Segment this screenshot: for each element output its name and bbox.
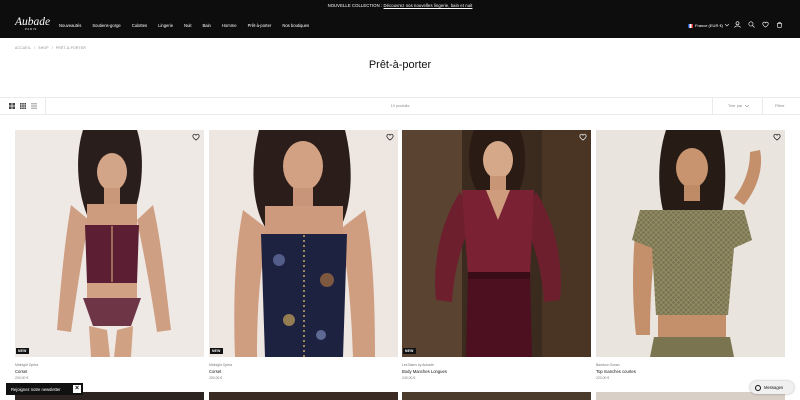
- collection-toolbar: 10 produits Trier par Filtrer: [0, 97, 800, 115]
- product-price: 220,00 €: [596, 376, 610, 380]
- wishlist-icon[interactable]: [773, 133, 781, 141]
- search-icon[interactable]: [748, 21, 755, 28]
- breadcrumb-separator: /: [34, 46, 36, 50]
- product-image-row2[interactable]: [209, 392, 398, 400]
- product-image[interactable]: NEW: [15, 130, 204, 357]
- product-image-row2[interactable]: [402, 392, 591, 400]
- filter-button[interactable]: Filtrer: [775, 104, 785, 108]
- product-info: Les Bains by Aubade Body Manches Longues…: [402, 357, 591, 380]
- product-card[interactable]: NEW Midnight Opéra Corset 200,00 €: [209, 130, 398, 380]
- brand-logo[interactable]: Aubade: [15, 16, 50, 28]
- chevron-down-icon: [725, 24, 730, 27]
- cart-icon[interactable]: [776, 21, 783, 28]
- breadcrumb-shop[interactable]: SHOP: [38, 46, 48, 50]
- nav-item-boutiques[interactable]: Nos boutiques: [282, 23, 309, 28]
- header-icons: [734, 21, 783, 28]
- site-header: NOUVELLE COLLECTION : Découvrez nos nouv…: [0, 0, 800, 38]
- page-title: Prêt-à-porter: [368, 59, 432, 71]
- locale-selector[interactable]: France (EUR €): [688, 23, 730, 28]
- product-collection: Midnight Opéra: [15, 363, 39, 367]
- breadcrumb-current: PRÊT-À-PORTER: [55, 46, 86, 50]
- product-image[interactable]: [596, 130, 785, 357]
- product-collection: Bamboo Ocean: [596, 363, 620, 367]
- new-badge: NEW: [210, 347, 223, 354]
- france-flag-icon: [688, 23, 693, 28]
- brand-tagline: PARIS: [25, 28, 38, 31]
- announcement-text: NOUVELLE COLLECTION :: [327, 3, 384, 8]
- nav-item-pret-a-porter[interactable]: Prêt-à-porter: [248, 23, 272, 28]
- newsletter-label: Rejoignez notre newsletter: [11, 386, 61, 392]
- account-icon[interactable]: [734, 21, 741, 28]
- product-info: Midnight Opéra Corset 200,00 €: [15, 357, 204, 380]
- chat-button[interactable]: Messages: [750, 381, 794, 394]
- product-photo-body-long-sleeves: [402, 130, 591, 357]
- wishlist-icon[interactable]: [192, 133, 200, 141]
- product-price: 200,00 €: [15, 376, 29, 380]
- nav-item-lingerie[interactable]: Lingerie: [158, 23, 173, 28]
- chevron-down-icon: [745, 104, 750, 107]
- nav-item-homme[interactable]: Homme: [222, 23, 237, 28]
- newsletter-banner[interactable]: Rejoignez notre newsletter ×: [6, 383, 83, 395]
- wishlist-icon[interactable]: [386, 133, 394, 141]
- new-badge: NEW: [16, 347, 29, 354]
- product-name[interactable]: Body Manches Longues: [402, 369, 591, 374]
- product-price: 240,00 €: [402, 376, 416, 380]
- wishlist-icon[interactable]: [762, 21, 769, 28]
- product-name[interactable]: Corset: [209, 369, 398, 374]
- product-card[interactable]: NEW Les Bains by Aubade Body Manches Lon…: [402, 130, 591, 380]
- product-info: Bamboo Ocean Top manches courtes 220,00 …: [596, 357, 785, 380]
- product-card[interactable]: Bamboo Ocean Top manches courtes 220,00 …: [596, 130, 785, 380]
- product-image[interactable]: NEW: [402, 130, 591, 357]
- product-price: 200,00 €: [209, 376, 223, 380]
- chat-label: Messages: [764, 385, 784, 390]
- breadcrumb-home[interactable]: ACCUEIL: [15, 46, 31, 50]
- locale-label: France (EUR €): [695, 23, 724, 28]
- product-collection: Midnight Opéra: [209, 363, 233, 367]
- sort-label: Trier par: [728, 104, 743, 108]
- product-name[interactable]: Top manches courtes: [596, 369, 785, 374]
- nav-item-nuit[interactable]: Nuit: [184, 23, 191, 28]
- breadcrumb: ACCUEIL / SHOP / PRÊT-À-PORTER: [15, 46, 89, 50]
- toolbar-divider: [712, 98, 713, 115]
- product-photo-corset-navy: [209, 130, 398, 357]
- nav-item-culottes[interactable]: Culottes: [132, 23, 147, 28]
- toolbar-divider: [762, 98, 763, 115]
- product-info: Midnight Opéra Corset 200,00 €: [209, 357, 398, 380]
- close-icon[interactable]: ×: [73, 385, 81, 393]
- announcement-link[interactable]: Découvrez nos nouvelles lingerie, bain e…: [384, 3, 473, 8]
- product-collection: Les Bains by Aubade: [402, 363, 434, 367]
- product-photo-corset-burgundy: [15, 130, 204, 357]
- announcement-bar: NOUVELLE COLLECTION : Découvrez nos nouv…: [0, 3, 800, 8]
- product-card[interactable]: NEW Midnight Opéra Corset 200,00 €: [15, 130, 204, 380]
- product-count: 10 produits: [390, 104, 410, 108]
- breadcrumb-separator: /: [51, 46, 53, 50]
- nav-item-soutiens-gorge[interactable]: Soutiens-gorge: [92, 23, 120, 28]
- nav-item-bain[interactable]: Bain: [203, 23, 211, 28]
- product-name[interactable]: Corset: [15, 369, 204, 374]
- nav-item-nouveautes[interactable]: Nouveautés: [59, 23, 81, 28]
- product-photo-top-short-sleeves: [596, 130, 785, 357]
- wishlist-icon[interactable]: [579, 133, 587, 141]
- new-badge: NEW: [403, 347, 416, 354]
- sort-dropdown[interactable]: Trier par: [728, 104, 750, 108]
- product-image[interactable]: NEW: [209, 130, 398, 357]
- main-nav: Nouveautés Soutiens-gorge Culottes Linge…: [59, 23, 320, 28]
- chat-icon: [755, 384, 761, 391]
